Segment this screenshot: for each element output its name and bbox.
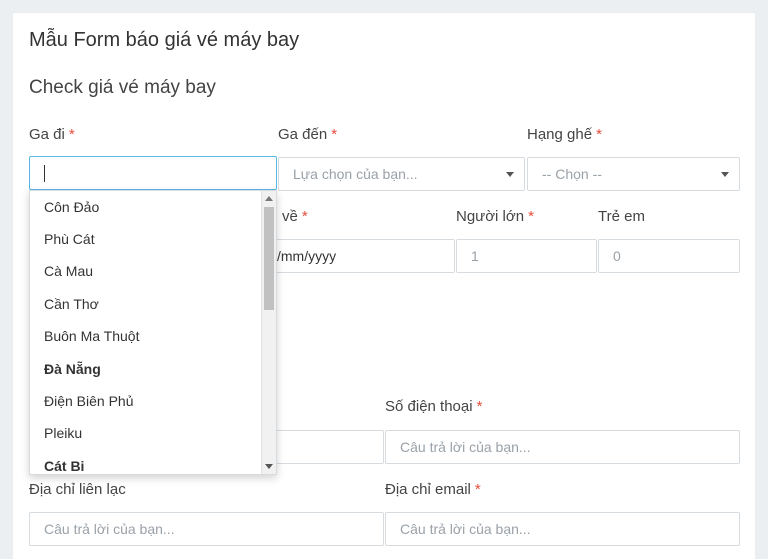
children-label: Trẻ em [598, 208, 645, 225]
phone-label: Số điện thoại * [385, 398, 483, 415]
email-label: Địa chỉ email * [385, 481, 481, 498]
dropdown-option[interactable]: Pleiku [44, 425, 82, 441]
required-mark: * [301, 208, 308, 225]
address-input[interactable]: Câu trả lời của bạn... [29, 512, 384, 546]
chevron-down-icon [506, 172, 514, 177]
dropdown-option[interactable]: Buôn Ma Thuột [44, 328, 139, 344]
phone-input[interactable]: Câu trả lời của bạn... [385, 430, 740, 464]
required-mark: * [528, 208, 534, 225]
scroll-up-icon[interactable] [265, 196, 273, 201]
return-date-label: về * [282, 208, 308, 225]
required-mark: * [596, 126, 602, 143]
email-input[interactable]: Câu trả lời của bạn... [385, 512, 740, 546]
departure-dropdown-list[interactable]: Côn Đảo Phù Cát Cà Mau Cần Thơ Buôn Ma T… [29, 190, 277, 475]
seat-class-label: Hạng ghế * [527, 126, 602, 143]
scroll-down-icon[interactable] [265, 464, 273, 469]
address-label: Địa chỉ liên lạc [29, 481, 126, 498]
arrival-select[interactable]: Lựa chọn của bạn... [278, 157, 525, 191]
dropdown-option[interactable]: Phù Cát [44, 231, 95, 247]
name-input-partial[interactable] [263, 430, 384, 464]
adults-input[interactable]: 1 [456, 239, 597, 273]
dropdown-option[interactable]: Điện Biên Phủ [44, 393, 134, 409]
arrival-label: Ga đến * [278, 126, 338, 143]
departure-input[interactable] [29, 156, 277, 190]
required-mark: * [331, 126, 338, 143]
children-input[interactable]: 0 [598, 239, 740, 273]
dropdown-option[interactable]: Đà Nẵng [44, 361, 101, 377]
dropdown-option[interactable]: Côn Đảo [44, 199, 99, 215]
dropdown-option[interactable]: Cần Thơ [44, 296, 99, 312]
form-title: Mẫu Form báo giá vé máy bay [29, 29, 300, 51]
dropdown-option[interactable]: Cát Bi [44, 458, 84, 474]
required-mark: * [474, 481, 481, 498]
adults-label: Người lớn * [456, 208, 534, 225]
required-mark: * [68, 126, 75, 143]
seat-class-select[interactable]: -- Chọn -- [527, 157, 740, 191]
dropdown-scrollbar[interactable] [261, 191, 276, 474]
dropdown-option[interactable]: Cà Mau [44, 263, 93, 279]
text-caret [44, 165, 45, 182]
required-mark: * [476, 398, 483, 415]
departure-label: Ga đi * [29, 126, 75, 143]
return-date-input[interactable]: /mm/yyyy [263, 239, 455, 273]
chevron-down-icon [721, 172, 729, 177]
section-title: Check giá vé máy bay [29, 77, 216, 98]
scrollbar-thumb[interactable] [264, 207, 274, 310]
